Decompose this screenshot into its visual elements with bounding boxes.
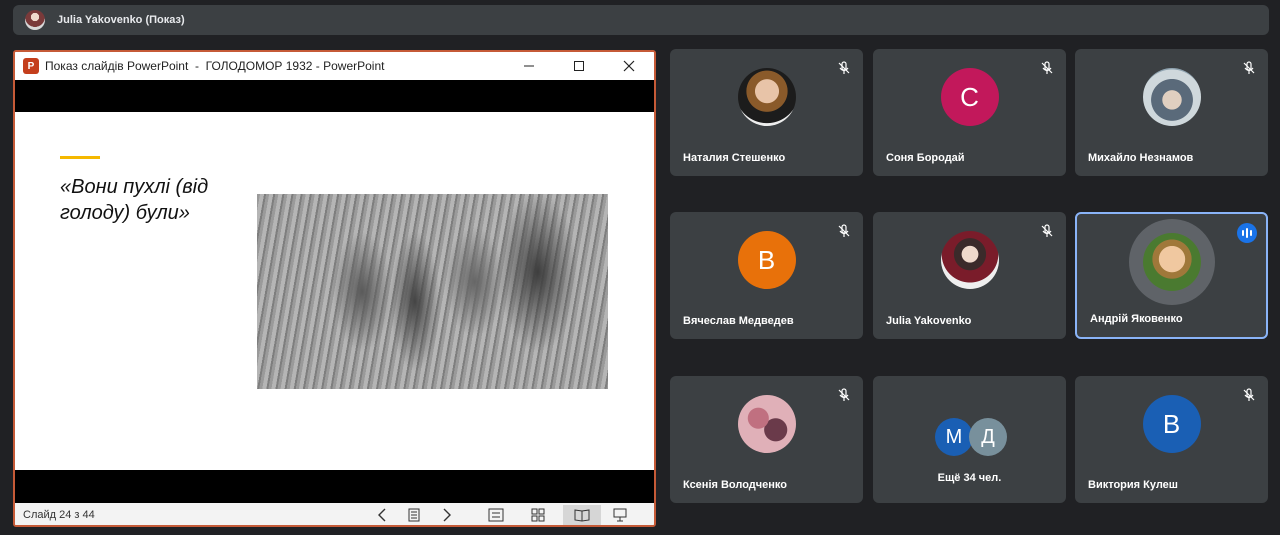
speaking-indicator-icon [1237,223,1257,243]
participant-avatar: М [935,418,973,456]
participant-name: Виктория Кулеш [1088,479,1178,491]
slide-counter: Слайд 24 з 44 [23,509,95,521]
participant-avatar [1142,68,1201,126]
presenter-bar: Julia Yakovenko (Показ) [13,5,1269,35]
participant-name: Андрій Яковенко [1090,313,1183,325]
participant-avatar [1142,233,1201,291]
more-participants-tile[interactable]: М Д Ещё 34 чел. [873,376,1066,503]
slide-historical-photo [257,194,608,389]
participant-name: Михайло Незнамов [1088,152,1194,164]
mic-off-icon [1041,224,1053,237]
chevron-right-icon [443,508,451,522]
slide-sorter-button[interactable] [525,505,551,525]
powerpoint-window[interactable]: P Показ слайдів PowerPoint - ГОЛОДОМОР 1… [13,50,656,527]
notes-page-icon [408,508,420,522]
participant-avatar: Д [969,418,1007,456]
presenter-icon [613,508,627,522]
chevron-left-icon [378,508,386,522]
close-icon [623,60,635,72]
close-button[interactable] [604,52,654,80]
participant-avatar: С [940,68,999,126]
participant-name: Соня Бородай [886,152,965,164]
grid-icon [531,508,545,522]
participant-tile[interactable]: В Вячеслав Медведев [670,212,863,339]
presenter-label: Julia Yakovenko (Показ) [57,14,185,26]
prev-slide-button[interactable] [369,505,395,525]
participant-avatar [940,231,999,289]
powerpoint-icon: P [23,58,39,74]
participant-avatar: В [1142,395,1201,453]
slide-accent-line [60,156,100,159]
slideshow-button[interactable] [607,505,633,525]
mic-off-icon [838,224,850,237]
minimize-button[interactable] [504,52,554,80]
normal-view-button[interactable] [483,505,509,525]
participant-name: Наталия Стешенко [683,152,786,164]
minimize-icon [524,65,534,67]
participant-avatar [737,68,796,126]
next-slide-button[interactable] [434,505,460,525]
participant-tile[interactable]: Ксенія Володченко [670,376,863,503]
participant-tile[interactable]: Михайло Незнамов [1075,49,1268,176]
mic-off-icon [838,388,850,401]
letterbox-bottom [15,470,654,503]
mic-off-icon [1041,61,1053,74]
letterbox-top [15,80,654,112]
slideshow-statusbar: Слайд 24 з 44 [15,503,654,525]
participant-name: Вячеслав Медведев [683,315,794,327]
participant-tile[interactable]: С Соня Бородай [873,49,1066,176]
participant-tile-speaking[interactable]: Андрій Яковенко [1075,212,1268,339]
more-participants-label: Ещё 34 чел. [937,472,1002,484]
maximize-icon [574,61,584,71]
slide-list-button[interactable] [401,505,427,525]
book-icon [574,509,590,522]
participant-tile[interactable]: В Виктория Кулеш [1075,376,1268,503]
participant-avatar: В [737,231,796,289]
slide-quote: «Вони пухлі (від голоду) були» [60,176,209,224]
mic-off-icon [838,61,850,74]
presenter-avatar [25,10,45,30]
window-titlebar: P Показ слайдів PowerPoint - ГОЛОДОМОР 1… [15,52,654,80]
mic-off-icon [1243,61,1255,74]
window-title: Показ слайдів PowerPoint - ГОЛОДОМОР 193… [45,59,385,73]
maximize-button[interactable] [554,52,604,80]
reading-view-button[interactable] [563,505,601,525]
participant-name: Julia Yakovenko [886,315,972,327]
mic-off-icon [1243,388,1255,401]
slide-canvas[interactable]: «Вони пухлі (від голоду) були» [15,112,654,470]
participant-avatar [737,395,796,453]
participant-name: Ксенія Володченко [683,479,787,491]
participant-tile[interactable]: Наталия Стешенко [670,49,863,176]
normal-view-icon [488,508,504,522]
participant-tile[interactable]: Julia Yakovenko [873,212,1066,339]
